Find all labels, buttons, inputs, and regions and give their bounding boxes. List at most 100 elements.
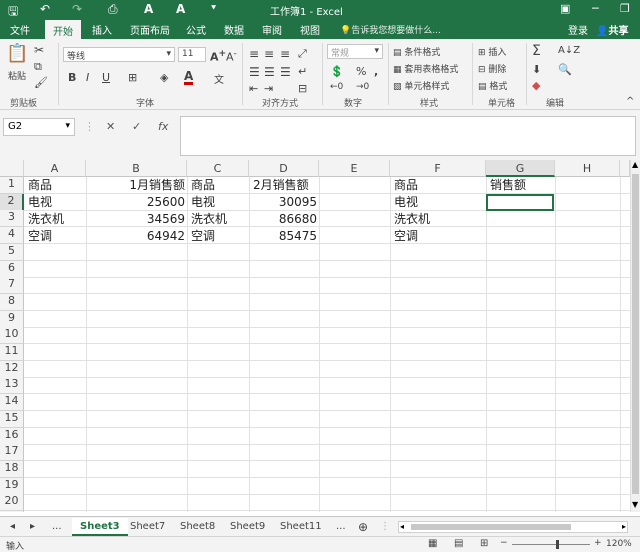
cell-a2[interactable]: 电视 [26,194,54,211]
wrap-text-icon[interactable]: ↵ [298,65,307,78]
cell-f4[interactable]: 空调 [392,228,420,245]
align-center-icon[interactable]: ☰ [264,65,275,79]
cell-d3[interactable]: 86680 [249,211,319,228]
format-cells-button[interactable]: ▤ 格式 [478,79,507,92]
cancel-icon[interactable]: ✕ [106,120,115,133]
row-header[interactable]: 7 [0,277,24,295]
tab-home[interactable]: 开始 [45,20,81,39]
row-header[interactable]: 19 [0,477,24,495]
currency-icon[interactable]: 💲 [330,65,344,78]
cell-b2[interactable]: 25600 [86,194,187,211]
horizontal-scrollbar[interactable]: ◂ ▸ [398,521,628,533]
font-grow-icon[interactable]: A [144,2,153,16]
scroll-thumb[interactable] [632,174,639,494]
tab-formulas[interactable]: 公式 [186,22,206,37]
undo-icon[interactable]: ↶ [40,2,50,16]
comma-button[interactable]: , [374,65,378,78]
cell-a4[interactable]: 空调 [26,228,54,245]
increase-font-icon[interactable]: A+ [210,48,226,64]
zoom-out-icon[interactable]: − [500,538,508,548]
sheet-tab-sheet7[interactable]: Sheet7 [122,518,173,536]
align-bottom-icon[interactable]: ≡ [280,47,290,61]
cell-d1[interactable]: 2月销售额 [251,177,311,194]
column-header[interactable]: E [319,160,390,177]
zoom-slider[interactable] [512,540,590,549]
selected-cell-g2[interactable] [486,194,554,211]
fill-icon[interactable]: ⬇ [532,63,541,76]
spreadsheet-grid[interactable]: A B C D E F G H 1 2 3 4 5 6 7 8 9 10 11 12 13 14 15 16 1… [0,160,630,512]
sheet-tab-sheet11[interactable]: Sheet11 [272,518,330,536]
normal-view-icon[interactable]: ▦ [428,538,437,549]
minimize-icon[interactable]: ─ [592,2,599,15]
cell-d2[interactable]: 30095 [249,194,319,211]
restore-icon[interactable]: ❐ [620,2,630,15]
phonetic-icon[interactable]: 文 [214,71,224,86]
row-header[interactable]: 6 [0,260,24,278]
copy-icon[interactable]: ⧉ [34,60,42,74]
increase-decimal-icon[interactable]: ←0 [330,82,343,92]
tab-review[interactable]: 审阅 [262,22,282,37]
tab-page-layout[interactable]: 页面布局 [130,22,170,37]
number-format-select[interactable]: 常规 ▾ [327,44,383,59]
sheet-tab-sheet8[interactable]: Sheet8 [172,518,223,536]
next-sheet-icon[interactable]: ▸ [28,518,37,536]
share-button[interactable]: 👤共享 [596,22,628,37]
row-header[interactable]: 9 [0,310,24,328]
cell-b1[interactable]: 1月销售额 [86,177,187,194]
merge-center-icon[interactable]: ⊟ [298,82,307,95]
font-grow-icon[interactable]: A [176,2,185,16]
cell-g1[interactable]: 销售额 [488,177,528,194]
delete-cells-button[interactable]: ⊟ 删除 [478,62,506,75]
autosum-button[interactable]: Σ [532,43,541,59]
cell-f3[interactable]: 洗衣机 [392,211,432,228]
zoom-slider-thumb[interactable] [556,540,559,549]
cell-f2[interactable]: 电视 [392,194,420,211]
zoom-in-icon[interactable]: + [594,538,602,548]
cell-f1[interactable]: 商品 [392,177,420,194]
decrease-font-icon[interactable]: A- [226,48,237,64]
row-header[interactable]: 5 [0,243,24,261]
conditional-format-button[interactable]: ▤ 条件格式 [393,45,440,58]
format-painter-icon[interactable]: 🖌 [34,76,48,89]
row-header[interactable]: 21 [0,511,24,512]
page-break-view-icon[interactable]: ⊞ [480,538,488,549]
column-header[interactable]: B [86,160,187,177]
row-header[interactable]: 11 [0,344,24,361]
scroll-right-icon[interactable]: ▸ [622,522,626,531]
redo-icon[interactable]: ↷ [72,2,82,16]
row-header[interactable]: 18 [0,460,24,478]
decrease-decimal-icon[interactable]: →0 [356,82,369,92]
decrease-indent-icon[interactable]: ⇤ [249,82,258,95]
more-sheets-left[interactable]: ... [48,518,66,536]
cell-styles-button[interactable]: ▧ 单元格样式 [393,79,449,92]
cell-a1[interactable]: 商品 [26,177,54,194]
row-header[interactable]: 4 [0,227,24,245]
collapse-ribbon-icon[interactable]: ^ [626,96,634,107]
column-header[interactable]: H [555,160,620,177]
align-left-icon[interactable]: ☰ [249,65,260,79]
row-header[interactable]: 14 [0,394,24,412]
tell-me-search[interactable]: 💡告诉我您想要做什么... [340,23,441,36]
clear-icon[interactable]: ◆ [532,79,540,92]
row-header[interactable]: 15 [0,410,24,428]
cut-icon[interactable]: ✂ [34,43,44,57]
row-header[interactable]: 12 [0,360,24,378]
prev-sheet-icon[interactable]: ◂ [8,518,17,536]
bold-button[interactable]: B [68,71,76,84]
font-name-select[interactable]: 等线 ▾ [63,47,175,62]
column-header[interactable]: G [486,160,555,177]
cell-a3[interactable]: 洗衣机 [26,211,66,228]
vertical-scrollbar[interactable]: ▲ ▼ [630,160,640,512]
enter-icon[interactable]: ✓ [132,120,141,133]
cell-c3[interactable]: 洗衣机 [189,211,229,228]
column-header[interactable]: F [390,160,486,177]
column-header[interactable]: C [187,160,249,177]
customize-toolbar-icon[interactable]: ⯆ [210,4,217,14]
page-layout-view-icon[interactable]: ▤ [454,538,463,549]
scroll-left-icon[interactable]: ◂ [400,522,404,531]
row-header[interactable]: 13 [0,377,24,395]
align-top-icon[interactable]: ≡ [249,47,259,61]
select-all-corner[interactable] [0,160,24,177]
row-header[interactable]: 17 [0,444,24,462]
sheet-tab-sheet9[interactable]: Sheet9 [222,518,273,536]
